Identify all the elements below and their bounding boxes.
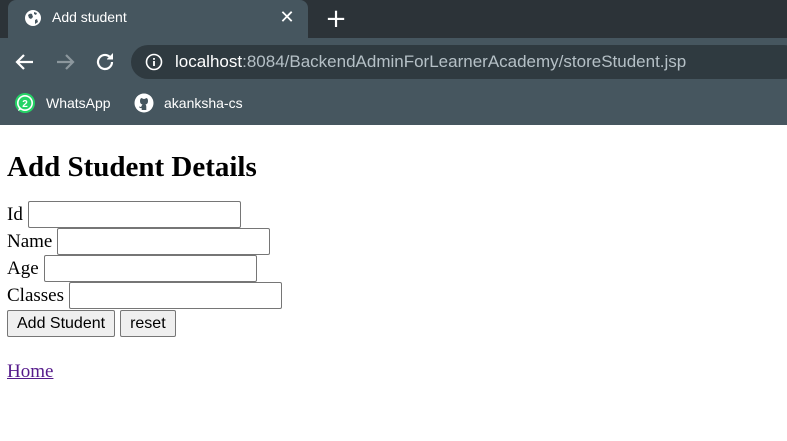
whatsapp-badge-count: 2 xyxy=(22,99,28,110)
id-label: Id xyxy=(7,204,23,225)
home-link[interactable]: Home xyxy=(7,361,53,383)
name-input[interactable] xyxy=(57,228,271,255)
address-bar[interactable]: localhost:8084/BackendAdminForLearnerAca… xyxy=(131,45,787,79)
bookmark-label: WhatsApp xyxy=(46,95,111,111)
age-label: Age xyxy=(7,258,39,279)
whatsapp-icon: 2 xyxy=(15,93,35,113)
github-icon xyxy=(134,93,154,113)
bookmark-label: akanksha-cs xyxy=(164,95,243,111)
tab-title: Add student xyxy=(52,9,127,25)
classes-label: Classes xyxy=(7,285,64,306)
info-icon[interactable] xyxy=(145,53,163,71)
classes-input[interactable] xyxy=(69,282,282,309)
forward-arrow-icon[interactable] xyxy=(53,50,77,74)
globe-icon xyxy=(25,10,41,26)
tab-add-student[interactable]: Add student ✕ xyxy=(8,0,308,38)
bookmarks-bar: 2 WhatsApp akanksha-cs xyxy=(0,86,787,119)
close-tab-icon[interactable]: ✕ xyxy=(278,9,296,27)
add-student-form: Id Name Age Classes Add Student reset xyxy=(7,201,780,337)
tab-strip: Add student ✕ + xyxy=(0,0,787,38)
browser-chrome: Add student ✕ + localhost:8084/BackendAd… xyxy=(0,0,787,125)
reset-button[interactable]: reset xyxy=(120,310,176,337)
url-text[interactable]: localhost:8084/BackendAdminForLearnerAca… xyxy=(175,52,686,72)
id-row: Id xyxy=(7,201,780,228)
url-host: localhost xyxy=(175,52,243,71)
toolbar: localhost:8084/BackendAdminForLearnerAca… xyxy=(0,38,787,86)
new-tab-icon[interactable]: + xyxy=(323,6,349,32)
page-content: Add Student Details Id Name Age Classes … xyxy=(0,125,787,383)
back-arrow-icon[interactable] xyxy=(13,50,37,74)
name-label: Name xyxy=(7,231,53,252)
age-row: Age xyxy=(7,255,780,282)
name-row: Name xyxy=(7,228,780,255)
url-path: :8084/BackendAdminForLearnerAcademy/stor… xyxy=(242,52,687,71)
add-student-button[interactable]: Add Student xyxy=(7,310,116,337)
bookmark-github[interactable]: akanksha-cs xyxy=(134,92,243,114)
reload-icon[interactable] xyxy=(93,50,117,74)
age-input[interactable] xyxy=(43,255,257,282)
id-input[interactable] xyxy=(27,201,241,228)
classes-row: Classes xyxy=(7,282,780,309)
page-title: Add Student Details xyxy=(7,151,257,183)
bookmark-whatsapp[interactable]: 2 WhatsApp xyxy=(14,92,111,114)
form-buttons: Add Student reset xyxy=(7,310,780,337)
